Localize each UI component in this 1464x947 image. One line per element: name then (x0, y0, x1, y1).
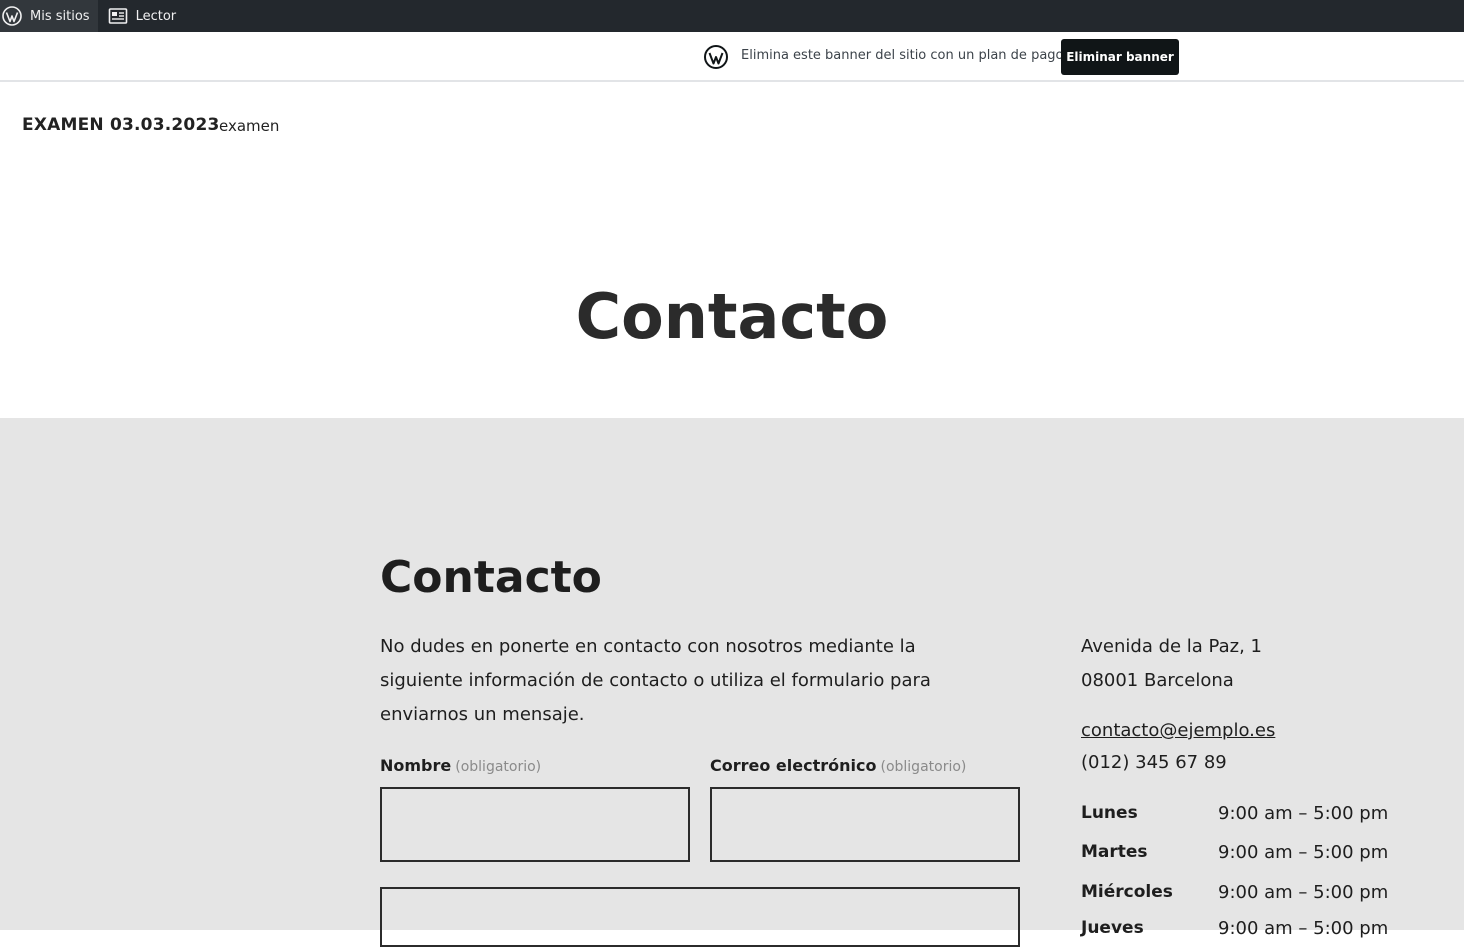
reader-icon (108, 8, 127, 24)
upgrade-banner: Elimina este banner del sitio con un pla… (0, 32, 1464, 82)
page-title: Contacto (575, 280, 889, 353)
address-line-2: 08001 Barcelona (1081, 670, 1234, 691)
nav-item-examen[interactable]: examen (219, 117, 279, 135)
contact-email-link[interactable]: contacto@ejemplo.es (1081, 720, 1275, 741)
hours-day: Martes (1081, 842, 1148, 862)
site-title[interactable]: EXAMEN 03.03.2023 (22, 115, 220, 135)
hours-day: Jueves (1081, 918, 1144, 938)
name-field-label: Nombre (obligatorio) (380, 756, 541, 775)
contact-intro: No dudes en ponerte en contacto con noso… (380, 636, 931, 725)
banner-text: Elimina este banner del sitio con un pla… (741, 48, 1064, 63)
name-label-text: Nombre (380, 756, 452, 775)
email-input[interactable] (710, 787, 1020, 862)
address-line-1: Avenida de la Paz, 1 (1081, 636, 1262, 657)
message-textarea[interactable] (380, 887, 1020, 947)
hours-time: 9:00 am – 5:00 pm (1218, 918, 1389, 939)
email-required-text: (obligatorio) (880, 759, 967, 775)
wordpress-icon (2, 6, 22, 26)
hours-time: 9:00 am – 5:00 pm (1218, 803, 1389, 824)
contact-heading: Contacto (380, 552, 602, 603)
contact-phone: (012) 345 67 89 (1081, 752, 1227, 773)
admin-bar: Mis sitios Lector (0, 0, 1464, 32)
hours-day: Miércoles (1081, 882, 1173, 902)
email-field-label: Correo electrónico (obligatorio) (710, 756, 966, 775)
hours-time: 9:00 am – 5:00 pm (1218, 842, 1389, 863)
my-sites-label: Mis sitios (30, 8, 90, 24)
name-required-text: (obligatorio) (455, 759, 542, 775)
my-sites-button[interactable]: Mis sitios (0, 0, 98, 32)
address: Avenida de la Paz, 1 08001 Barcelona (1081, 630, 1262, 698)
reader-label: Lector (135, 8, 177, 24)
email-label-text: Correo electrónico (710, 756, 877, 775)
name-input[interactable] (380, 787, 690, 862)
reader-button[interactable]: Lector (98, 0, 185, 32)
wordpress-logo-icon (704, 45, 728, 69)
hours-time: 9:00 am – 5:00 pm (1218, 882, 1389, 903)
remove-banner-button[interactable]: Eliminar banner (1061, 39, 1179, 75)
hours-day: Lunes (1081, 803, 1138, 823)
